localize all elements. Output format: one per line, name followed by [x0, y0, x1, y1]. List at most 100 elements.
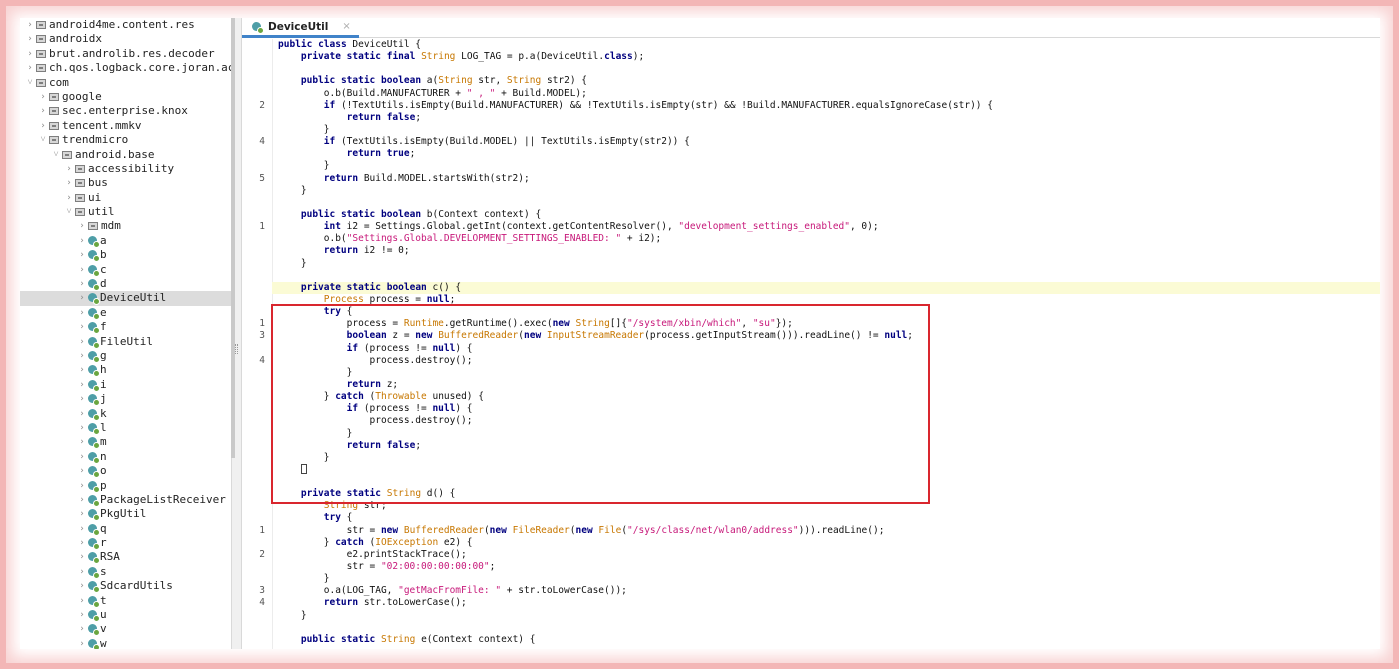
chevron-right-icon[interactable]: ›: [65, 162, 73, 176]
tree-item[interactable]: › r: [20, 536, 231, 551]
code-line[interactable]: return str.toLowerCase();: [278, 597, 1378, 609]
tree-item[interactable]: › brut.androlib.res.decoder: [20, 47, 231, 61]
code-line[interactable]: public static boolean b(Context context)…: [278, 209, 1378, 221]
code-line[interactable]: }: [278, 428, 1378, 440]
chevron-down-icon[interactable]: ˅: [26, 76, 34, 90]
code-line[interactable]: public class DeviceUtil {: [278, 39, 1378, 51]
code-line[interactable]: } catch (Throwable unused) {: [278, 391, 1378, 403]
code-line[interactable]: [278, 197, 1378, 209]
tree-item[interactable]: ˅ com: [20, 76, 231, 90]
code-line[interactable]: [278, 63, 1378, 75]
tree-item[interactable]: ˅ util: [20, 205, 231, 219]
code-line[interactable]: public static boolean a(String str, Stri…: [278, 75, 1378, 87]
tree-item[interactable]: › PkgUtil: [20, 507, 231, 522]
tree-item[interactable]: › m: [20, 435, 231, 450]
package-tree[interactable]: › android4me.content.res › androidx › brut.an…: [20, 18, 231, 649]
tree-item[interactable]: › k: [20, 407, 231, 421]
code-line[interactable]: if (!TextUtils.isEmpty(Build.MANUFACTURE…: [278, 100, 1378, 112]
tree-item[interactable]: › p: [20, 479, 231, 493]
chevron-right-icon[interactable]: ›: [26, 18, 34, 32]
code-line[interactable]: return Build.MODEL.startsWith(str2);: [278, 173, 1378, 185]
code-line[interactable]: public static String e(Context context) …: [278, 634, 1378, 646]
tree-item[interactable]: › b: [20, 248, 231, 263]
chevron-right-icon[interactable]: ›: [78, 479, 86, 493]
tree-item[interactable]: › l: [20, 421, 231, 435]
chevron-right-icon[interactable]: ›: [39, 119, 47, 133]
tree-item[interactable]: › mdm: [20, 219, 231, 233]
code-line[interactable]: return false;: [278, 112, 1378, 124]
tree-item[interactable]: › accessibility: [20, 162, 231, 176]
tree-item[interactable]: › c: [20, 263, 231, 277]
code-line[interactable]: return z;: [278, 379, 1378, 391]
code-line[interactable]: }: [278, 452, 1378, 464]
tree-item[interactable]: › t: [20, 594, 231, 608]
tree-item[interactable]: › google: [20, 90, 231, 104]
code-line[interactable]: [278, 476, 1378, 488]
chevron-right-icon[interactable]: ›: [78, 378, 86, 392]
source-code[interactable]: public class DeviceUtil { private static…: [272, 39, 1380, 649]
code-line[interactable]: process.destroy();: [278, 355, 1378, 367]
code-line[interactable]: private static boolean c() {: [272, 281, 1380, 294]
tab-deviceutil[interactable]: DeviceUtil ×: [242, 18, 359, 38]
code-line[interactable]: }: [278, 124, 1378, 136]
code-line[interactable]: private static final String LOG_TAG = p.…: [278, 51, 1378, 63]
tree-item[interactable]: › d: [20, 277, 231, 292]
chevron-right-icon[interactable]: ›: [78, 493, 86, 507]
chevron-right-icon[interactable]: ›: [78, 550, 86, 564]
tree-item[interactable]: › DeviceUtil: [20, 291, 231, 306]
tree-item[interactable]: › e: [20, 306, 231, 320]
code-line[interactable]: str = "02:00:00:00:00:00";: [278, 561, 1378, 573]
chevron-right-icon[interactable]: ›: [78, 349, 86, 363]
chevron-right-icon[interactable]: ›: [78, 234, 86, 248]
code-line[interactable]: if (process != null) {: [278, 403, 1378, 415]
tree-item[interactable]: › a: [20, 234, 231, 248]
code-line[interactable]: if (TextUtils.isEmpty(Build.MODEL) || Te…: [278, 136, 1378, 148]
chevron-right-icon[interactable]: ›: [26, 32, 34, 46]
chevron-right-icon[interactable]: ›: [78, 392, 86, 406]
chevron-right-icon[interactable]: ›: [78, 450, 86, 464]
chevron-right-icon[interactable]: ›: [78, 637, 86, 649]
tree-item[interactable]: › o: [20, 464, 231, 479]
tree-item[interactable]: › ui: [20, 191, 231, 205]
tree-item[interactable]: › android4me.content.res: [20, 18, 231, 32]
chevron-right-icon[interactable]: ›: [78, 219, 86, 233]
tree-item[interactable]: › sec.enterprise.knox: [20, 104, 231, 118]
code-line[interactable]: boolean z = new BufferedReader(new Input…: [278, 330, 1378, 342]
chevron-right-icon[interactable]: ›: [65, 176, 73, 190]
tree-item[interactable]: › bus: [20, 176, 231, 190]
code-line[interactable]: return false;: [278, 440, 1378, 452]
code-line[interactable]: str = new BufferedReader(new FileReader(…: [278, 525, 1378, 537]
code-line[interactable]: int i2 = Settings.Global.getInt(context.…: [278, 221, 1378, 233]
code-line[interactable]: }: [278, 610, 1378, 622]
code-line[interactable]: } catch (IOException e2) {: [278, 537, 1378, 549]
code-line[interactable]: private static String d() {: [278, 488, 1378, 500]
chevron-right-icon[interactable]: ›: [78, 522, 86, 536]
chevron-right-icon[interactable]: ›: [39, 104, 47, 118]
chevron-right-icon[interactable]: ›: [78, 291, 86, 305]
code-line[interactable]: process.destroy();: [278, 415, 1378, 427]
chevron-down-icon[interactable]: ˅: [65, 205, 73, 219]
tree-item[interactable]: › f: [20, 320, 231, 335]
chevron-right-icon[interactable]: ›: [65, 191, 73, 205]
code-line[interactable]: o.b("Settings.Global.DEVELOPMENT_SETTING…: [278, 233, 1378, 245]
code-line[interactable]: process = Runtime.getRuntime().exec(new …: [278, 318, 1378, 330]
tree-item[interactable]: › i: [20, 378, 231, 392]
chevron-right-icon[interactable]: ›: [26, 47, 34, 61]
code-line[interactable]: Process process = null;: [278, 294, 1378, 306]
splitter-grip-icon[interactable]: [235, 344, 238, 354]
tree-item[interactable]: › ch.qos.logback.core.joran.ac: [20, 61, 231, 75]
tree-item[interactable]: › g: [20, 349, 231, 363]
tree-item[interactable]: › v: [20, 622, 231, 637]
code-line[interactable]: try {: [278, 512, 1378, 524]
tree-item[interactable]: ˅ android.base: [20, 148, 231, 162]
tree-item[interactable]: › tencent.mmkv: [20, 119, 231, 133]
chevron-right-icon[interactable]: ›: [78, 579, 86, 593]
code-line[interactable]: [278, 463, 1378, 476]
chevron-right-icon[interactable]: ›: [78, 464, 86, 478]
tree-item[interactable]: › w: [20, 637, 231, 649]
chevron-right-icon[interactable]: ›: [78, 306, 86, 320]
code-line[interactable]: }: [278, 160, 1378, 172]
code-line[interactable]: try {: [278, 306, 1378, 318]
code-line[interactable]: }: [278, 185, 1378, 197]
chevron-right-icon[interactable]: ›: [78, 277, 86, 291]
